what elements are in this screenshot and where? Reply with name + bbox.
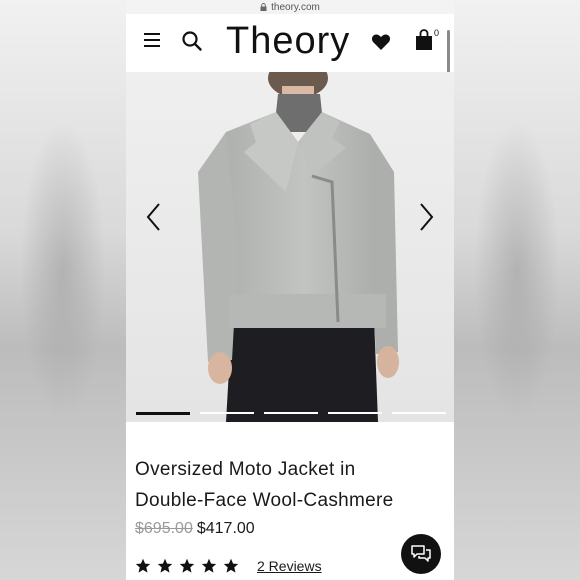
chat-bubbles-icon <box>411 545 431 562</box>
star-icon <box>201 558 217 573</box>
star-icon <box>223 558 239 573</box>
browser-url-bar[interactable]: theory.com <box>126 0 454 14</box>
original-price: $695.00 <box>135 520 193 537</box>
hamburger-menu-icon[interactable] <box>144 32 162 48</box>
product-title-line1: Oversized Moto Jacket in <box>135 459 356 480</box>
carousel-dot[interactable] <box>264 412 318 414</box>
star-icon <box>179 558 195 573</box>
shopping-bag-icon[interactable] <box>415 29 433 51</box>
chat-button[interactable] <box>401 534 441 574</box>
carousel-dot[interactable] <box>328 412 382 414</box>
star-icon <box>135 558 151 573</box>
product-title: Oversized Moto Jacket in Double-Face Woo… <box>135 454 435 516</box>
reviews-link[interactable]: 2 Reviews <box>257 558 322 574</box>
sale-price: $417.00 <box>196 520 255 537</box>
lock-icon <box>260 3 267 11</box>
bag-count-badge: 0 <box>434 28 440 38</box>
mobile-screen: theory.com Theory 0 Oversized Moto Jacke… <box>126 0 454 580</box>
blurred-background-right <box>454 0 580 580</box>
chevron-right-icon[interactable] <box>416 202 436 232</box>
carousel-indicators <box>136 412 446 416</box>
product-photo <box>126 72 454 422</box>
product-image-carousel[interactable] <box>126 72 454 422</box>
price-block: $695.00 $417.00 <box>135 520 255 538</box>
star-icon <box>157 558 173 573</box>
search-icon[interactable] <box>181 30 203 52</box>
blurred-background-left <box>0 0 126 580</box>
product-title-line2: Double-Face Wool-Cashmere <box>135 490 394 511</box>
heart-icon[interactable] <box>371 32 391 52</box>
url-text: theory.com <box>271 1 320 13</box>
site-header: Theory 0 <box>126 14 454 72</box>
carousel-dot[interactable] <box>136 412 190 415</box>
chevron-left-icon[interactable] <box>144 202 164 232</box>
theory-logo[interactable]: Theory <box>226 20 350 63</box>
rating-row: 2 Reviews <box>135 558 322 574</box>
carousel-dot[interactable] <box>200 412 254 414</box>
carousel-dot[interactable] <box>392 412 446 414</box>
